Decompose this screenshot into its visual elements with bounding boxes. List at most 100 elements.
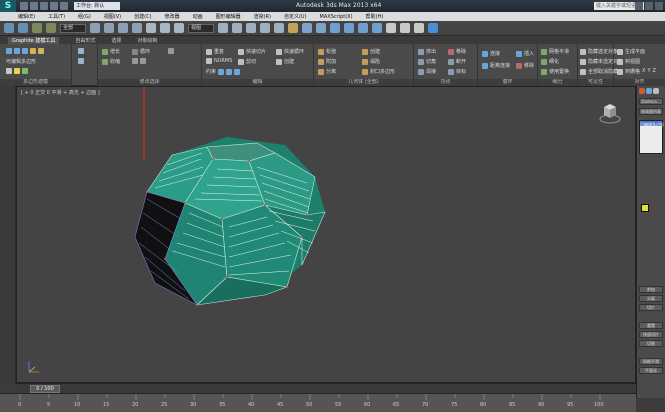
redo-icon[interactable] xyxy=(18,23,28,33)
constraint-none-icon[interactable] xyxy=(218,68,225,75)
break-icon[interactable] xyxy=(448,58,454,65)
detach-button[interactable]: 分离 xyxy=(639,295,663,302)
grow-icon[interactable] xyxy=(102,48,108,55)
cut-button[interactable]: 切割 xyxy=(639,340,663,347)
open-file-icon[interactable] xyxy=(30,2,38,10)
attach-button[interactable]: 附加 xyxy=(639,286,663,293)
stack-icon[interactable] xyxy=(6,68,12,74)
hierarchy-panel-icon[interactable] xyxy=(653,88,659,94)
selection-filter-select[interactable]: 全部 xyxy=(60,23,86,33)
use-soft-sel-icon[interactable] xyxy=(78,48,84,54)
menu-views[interactable]: 视图(V) xyxy=(104,13,121,20)
rendered-frame-icon[interactable] xyxy=(414,23,424,33)
cut-icon[interactable] xyxy=(238,58,244,65)
modifier-list-select[interactable]: 修改器列表 xyxy=(639,108,663,115)
reference-coord-select[interactable]: 视图 xyxy=(188,23,214,33)
graphite-toggle-icon[interactable] xyxy=(344,23,354,33)
redo-icon[interactable] xyxy=(60,2,68,10)
make-planar-button[interactable]: 平面化 xyxy=(639,367,663,374)
new-file-icon[interactable] xyxy=(20,2,28,10)
select-similar-icon[interactable] xyxy=(168,48,174,54)
polygon-icon[interactable] xyxy=(30,48,36,54)
object-name-field[interactable]: Dodeca... xyxy=(639,98,663,105)
workspace-select[interactable]: 工作台: 默认 xyxy=(74,2,120,10)
align-icon[interactable] xyxy=(316,23,326,33)
tab-selection[interactable]: 选择 xyxy=(111,37,121,44)
named-selection-icon[interactable] xyxy=(288,23,298,33)
quickslice-icon[interactable] xyxy=(238,48,244,55)
shrink-icon[interactable] xyxy=(102,58,108,65)
menu-modifiers[interactable]: 修改器 xyxy=(165,13,180,20)
displacement-icon[interactable] xyxy=(541,68,547,75)
editable-poly-label[interactable]: 可编辑多边形 xyxy=(6,58,36,65)
modify-panel-icon[interactable] xyxy=(646,88,652,94)
pivot-icon[interactable] xyxy=(218,23,228,33)
menu-graph-editors[interactable]: 图形编辑器 xyxy=(216,13,241,20)
menu-group[interactable]: 组(G) xyxy=(78,13,91,20)
menu-edit[interactable]: 编辑(E) xyxy=(18,13,35,20)
attach-icon[interactable] xyxy=(318,58,324,65)
rect-select-icon[interactable] xyxy=(118,23,128,33)
schematic-view-icon[interactable] xyxy=(372,23,382,33)
quickslice-button[interactable]: 快速切片 xyxy=(639,331,663,338)
selection-color-swatch[interactable] xyxy=(641,204,649,212)
tab-graphite[interactable]: Graphite 建模工具 xyxy=(8,36,60,44)
render-setup-icon[interactable] xyxy=(400,23,410,33)
constraint-edge-icon[interactable] xyxy=(226,68,233,75)
dodecahedron-mesh[interactable] xyxy=(17,87,637,384)
slice-button[interactable]: 切片 xyxy=(639,304,663,311)
app-logo-icon[interactable]: S xyxy=(0,0,16,12)
nurms-icon[interactable] xyxy=(206,58,212,64)
undo-icon[interactable] xyxy=(50,2,58,10)
layer-manager-icon[interactable] xyxy=(330,23,340,33)
remove-loop-icon[interactable] xyxy=(516,62,522,69)
select-by-name-icon[interactable] xyxy=(104,23,114,33)
hide-selected-icon[interactable] xyxy=(580,48,586,55)
maximize-icon[interactable] xyxy=(645,2,653,10)
save-file-icon[interactable] xyxy=(40,2,48,10)
align-y-button[interactable]: Y xyxy=(647,68,650,74)
connect-icon[interactable] xyxy=(482,50,488,57)
create-panel-icon[interactable] xyxy=(639,88,645,94)
move-icon[interactable] xyxy=(146,23,156,33)
insert-loop-icon[interactable] xyxy=(516,50,522,57)
align-z-button[interactable]: Z xyxy=(653,68,656,74)
menu-customize[interactable]: 自定义(U) xyxy=(284,13,307,20)
snap-icon[interactable] xyxy=(232,23,242,33)
meshsmooth-icon[interactable] xyxy=(541,48,547,55)
scale-icon[interactable] xyxy=(174,23,184,33)
tab-freeform[interactable]: 自由形式 xyxy=(75,37,95,44)
percent-snap-icon[interactable] xyxy=(260,23,270,33)
ignore-back-icon[interactable] xyxy=(78,58,84,64)
tessellate-icon[interactable] xyxy=(541,58,547,65)
undo-icon[interactable] xyxy=(4,23,14,33)
preview-icon[interactable] xyxy=(22,68,28,74)
modifier-stack-item[interactable]: 可编辑多边形 xyxy=(640,121,664,127)
chamfer-icon[interactable] xyxy=(418,58,424,65)
ring-shift-icon[interactable] xyxy=(140,58,146,64)
meshsmooth-button[interactable]: 网格平滑 xyxy=(639,358,663,365)
extrude-icon[interactable] xyxy=(418,48,424,55)
vertex-icon[interactable] xyxy=(6,48,12,54)
weld-icon[interactable] xyxy=(418,68,424,75)
time-slider[interactable]: 0 / 100 xyxy=(16,383,636,393)
collapse-icon[interactable] xyxy=(362,58,368,65)
menu-help[interactable]: 帮助(H) xyxy=(366,13,384,20)
align-x-button[interactable]: X xyxy=(642,68,645,74)
loop-icon[interactable] xyxy=(132,48,138,55)
render-icon[interactable] xyxy=(428,23,438,33)
constraint-face-icon[interactable] xyxy=(234,68,241,75)
repeat-icon[interactable] xyxy=(206,48,212,55)
cap-poly-icon[interactable] xyxy=(362,68,368,75)
relax-icon[interactable] xyxy=(318,48,324,55)
unhide-all-icon[interactable] xyxy=(580,68,586,75)
hide-unselected-icon[interactable] xyxy=(580,58,586,65)
menu-rendering[interactable]: 渲染(R) xyxy=(254,13,271,20)
to-view-icon[interactable] xyxy=(617,58,623,65)
unlink-icon[interactable] xyxy=(46,23,56,33)
quickloop-icon[interactable] xyxy=(276,48,282,55)
select-object-icon[interactable] xyxy=(90,23,100,33)
tab-object-paint[interactable]: 对象绘制 xyxy=(137,37,157,44)
minimize-icon[interactable] xyxy=(635,2,643,10)
create-icon[interactable] xyxy=(362,48,368,55)
